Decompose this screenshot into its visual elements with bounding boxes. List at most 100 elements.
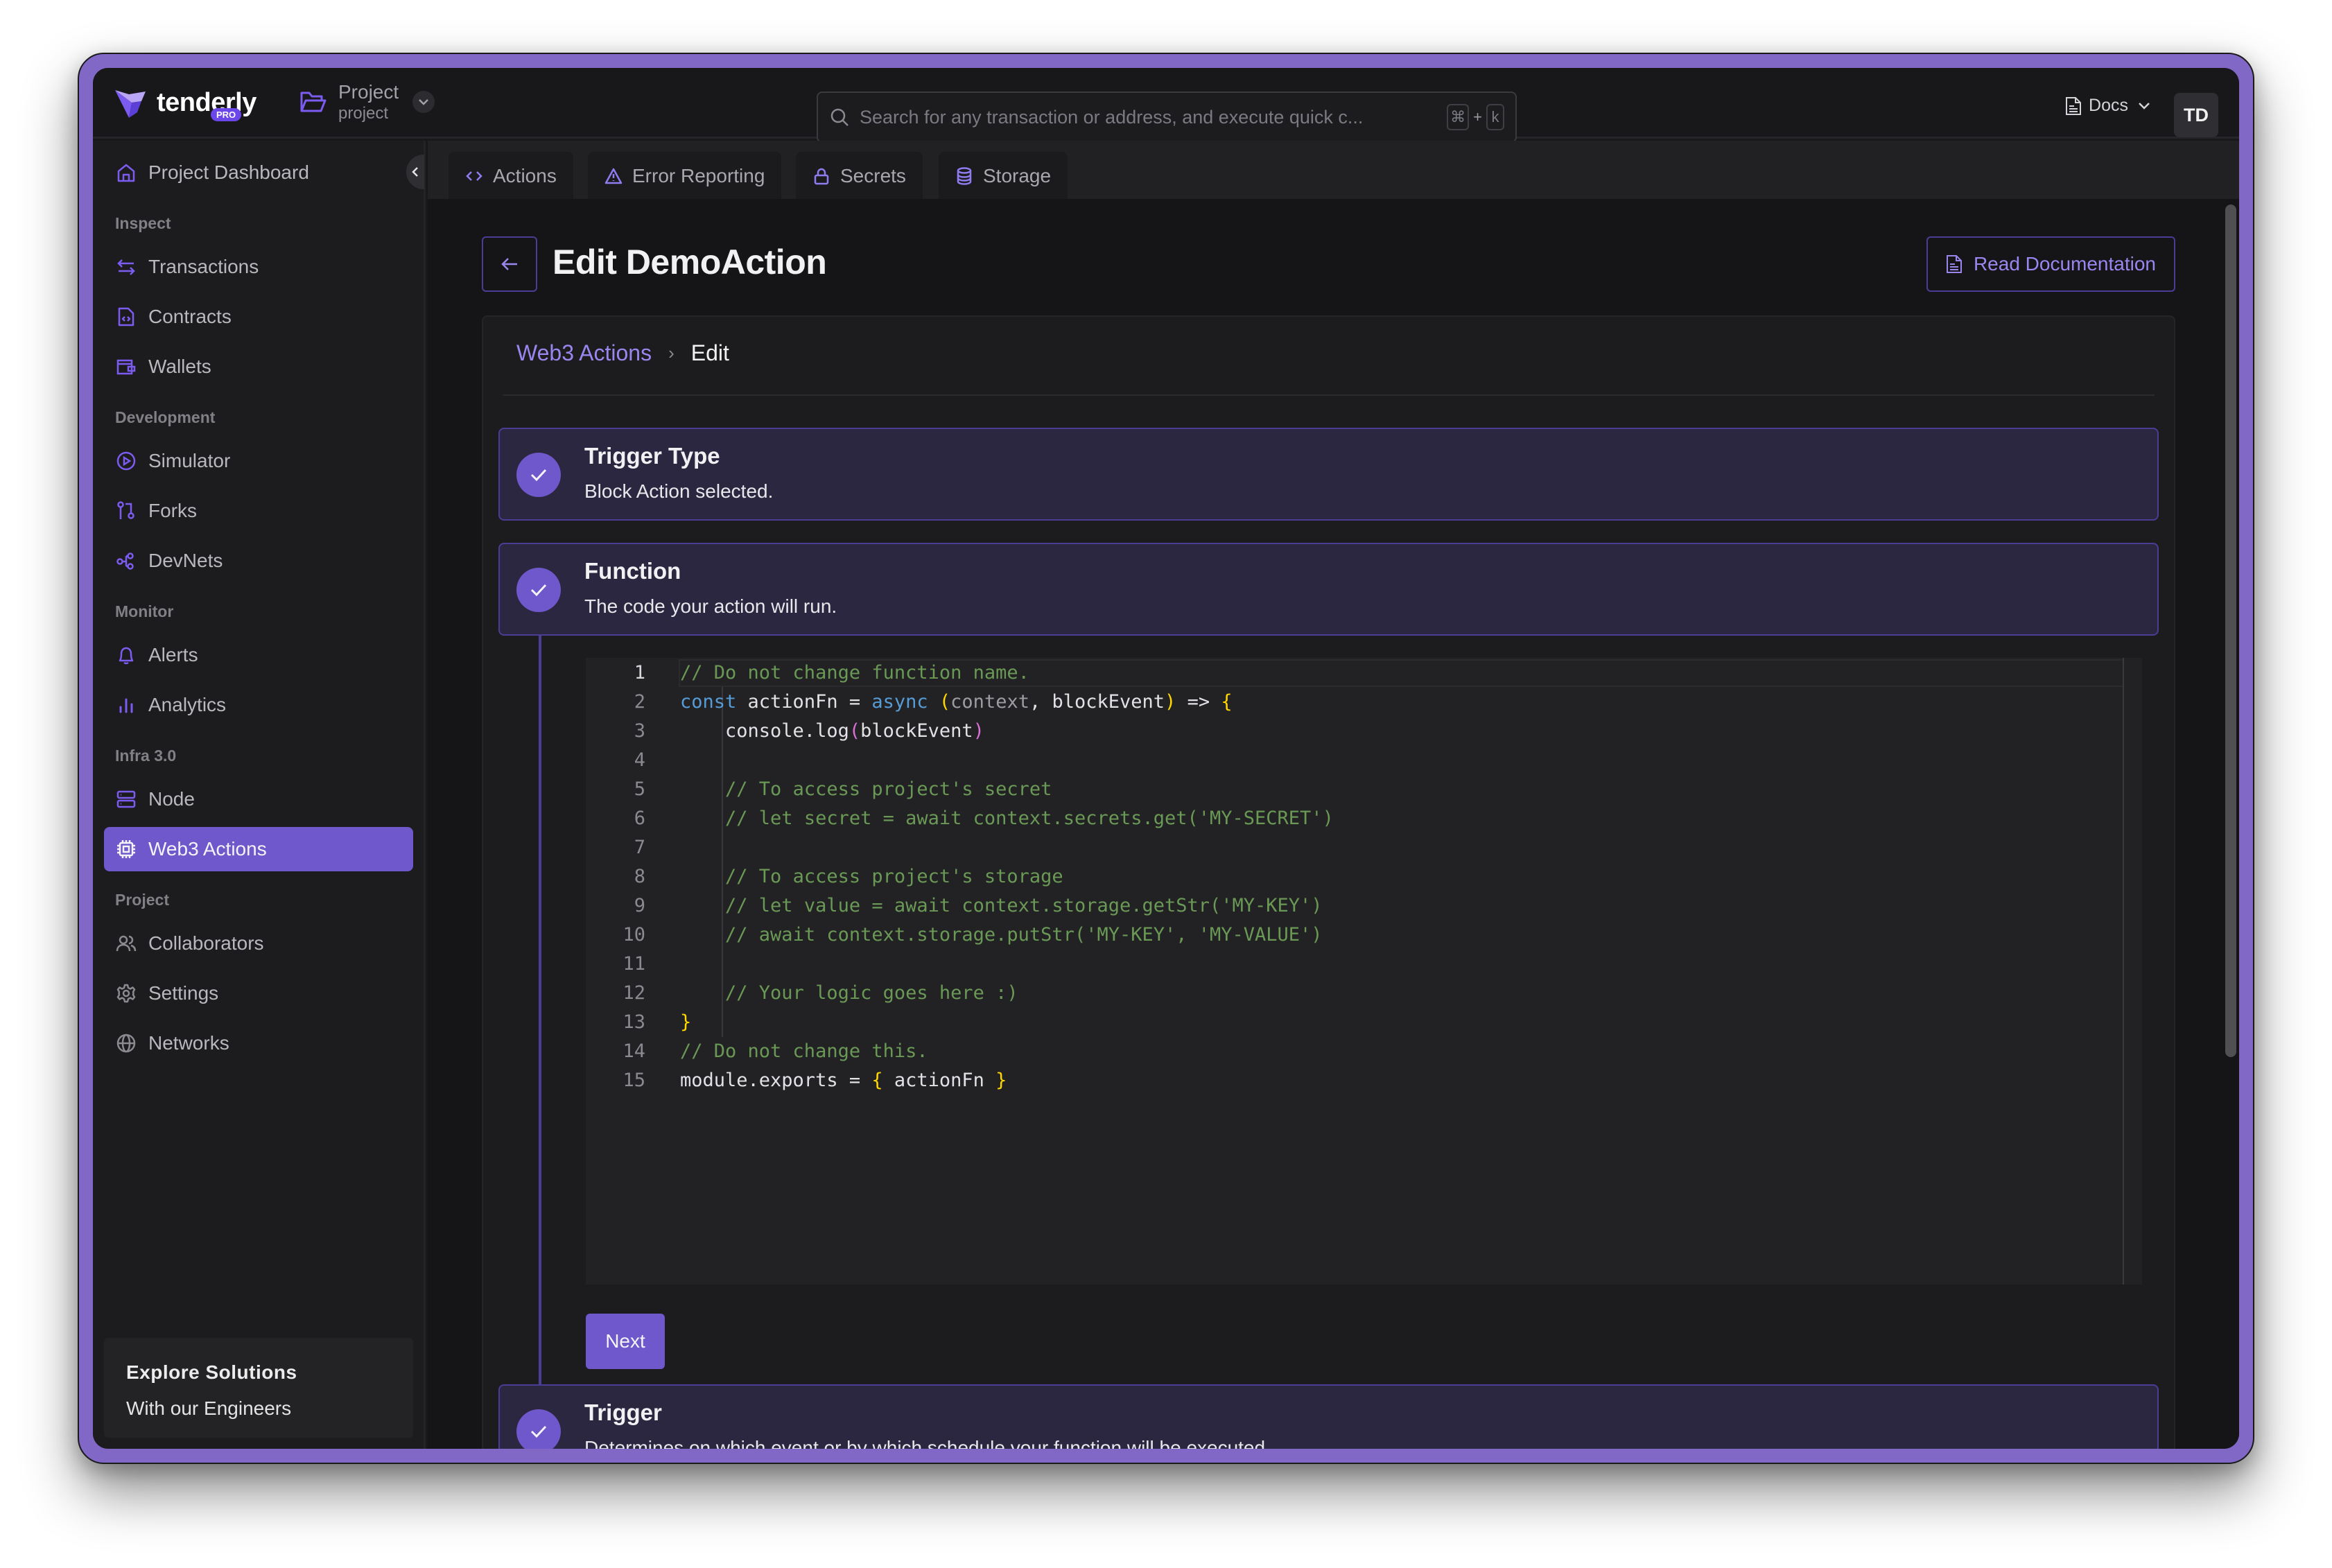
line-number: 8 (634, 865, 645, 887)
bell-icon (115, 644, 137, 666)
sidebar-item-transactions[interactable]: Transactions (104, 245, 413, 289)
code-line: 7 (586, 833, 645, 862)
tenderly-logo-icon (115, 90, 146, 118)
check-circle-icon (516, 453, 561, 497)
sidebar-label: Node (148, 788, 195, 810)
code-line: 9 // let value = await context.storage.g… (586, 891, 1323, 920)
scrollbar-thumb[interactable] (2225, 204, 2236, 1057)
back-button[interactable] (482, 236, 537, 292)
check-circle-icon (516, 1409, 561, 1449)
sidebar-item-simulator[interactable]: Simulator (104, 439, 413, 483)
code-text: // To access project's secret (725, 778, 1052, 800)
code-text: // To access project's storage (725, 865, 1063, 887)
code-editor[interactable]: 1 // Do not change function name. 2 const a… (586, 658, 2142, 1284)
code-text: // Do not change function name. (680, 661, 1029, 683)
sidebar-item-settings[interactable]: Settings (104, 971, 413, 1016)
window-frame: tenderly PRO Project project Search for (78, 53, 2254, 1464)
sidebar-label: Contracts (148, 306, 232, 327)
sidebar-label: Web3 Actions (148, 838, 267, 860)
code-text: } (680, 1011, 692, 1033)
user-avatar[interactable]: TD (2174, 93, 2218, 137)
tab-secrets[interactable]: Secrets (796, 152, 923, 200)
sidebar-item-wallets[interactable]: Wallets (104, 345, 413, 389)
sidebar-item-node[interactable]: Node (104, 777, 413, 821)
explore-title: Explore Solutions (126, 1361, 297, 1383)
next-button[interactable]: Next (586, 1314, 665, 1369)
tab-storage[interactable]: Storage (939, 152, 1068, 200)
main-content: Edit DemoAction Read Documentation Web3 … (428, 199, 2239, 1449)
line-number: 7 (634, 836, 645, 858)
sidebar-label: Settings (148, 982, 219, 1004)
sidebar-item-collaborators[interactable]: Collaborators (104, 921, 413, 966)
line-number: 1 (634, 661, 645, 683)
globe-icon (115, 1032, 137, 1054)
scrollbar-track[interactable] (2222, 199, 2239, 1449)
sidebar-label: Collaborators (148, 932, 264, 954)
project-switcher[interactable]: Project project (299, 80, 435, 123)
sidebar: Project Dashboard Inspect Transactions C… (93, 141, 426, 1449)
top-bar: tenderly PRO Project project Search for (93, 68, 2239, 143)
step-title: Function (584, 558, 681, 584)
code-line: 2 const actionFn = async (context, blockE… (586, 687, 1233, 716)
line-number: 4 (634, 749, 645, 771)
page-title: Edit DemoAction (552, 243, 827, 281)
section-project: Project (115, 891, 169, 909)
line-number: 6 (634, 807, 645, 829)
code-text: // Do not change this. (680, 1040, 928, 1062)
sidebar-item-forks[interactable]: Forks (104, 489, 413, 533)
tab-actions[interactable]: Actions (449, 152, 573, 200)
chevron-down-icon (2139, 102, 2150, 110)
wallet-icon (115, 356, 137, 378)
step-title: Trigger Type (584, 443, 720, 469)
pro-badge: PRO (211, 108, 242, 121)
home-icon (115, 162, 137, 184)
step-function[interactable]: Function The code your action will run. (498, 543, 2159, 636)
tab-label: Actions (493, 165, 557, 186)
breadcrumb-link-web3-actions[interactable]: Web3 Actions (516, 340, 652, 366)
line-number: 14 (623, 1040, 645, 1062)
chevron-down-icon (419, 99, 429, 105)
sidebar-item-analytics[interactable]: Analytics (104, 683, 413, 727)
folder-icon (300, 92, 327, 112)
sidebar-item-web3-actions[interactable]: Web3 Actions (104, 827, 413, 871)
explore-solutions-card[interactable]: Explore Solutions With our Engineers (104, 1338, 413, 1438)
step-trigger[interactable]: Trigger Determines on which event or by … (498, 1384, 2159, 1449)
code-line: 11 (586, 949, 645, 978)
database-icon (957, 167, 972, 185)
step-description: The code your action will run. (584, 595, 837, 617)
code-text: const actionFn = async (context, blockEv… (680, 690, 1233, 713)
editor-ruler (2123, 658, 2124, 1284)
step-trigger-type[interactable]: Trigger Type Block Action selected. (498, 428, 2159, 521)
sidebar-item-contracts[interactable]: Contracts (104, 295, 413, 339)
project-dropdown-button[interactable] (412, 91, 435, 113)
warning-icon (604, 168, 623, 184)
search-placeholder: Search for any transaction or address, a… (860, 106, 1364, 128)
sidebar-item-project-dashboard[interactable]: Project Dashboard (104, 150, 413, 195)
code-text: console.log(blockEvent) (680, 720, 984, 742)
app-window: tenderly PRO Project project Search for (93, 68, 2239, 1449)
shortcut-plus: + (1473, 108, 1482, 125)
tab-error-reporting[interactable]: Error Reporting (588, 152, 782, 200)
tab-label: Secrets (840, 165, 906, 186)
document-icon (2066, 96, 2082, 115)
edit-panel: Web3 Actions › Edit Trigger Type Block A… (482, 315, 2175, 1449)
read-documentation-label: Read Documentation (1973, 253, 2156, 275)
read-documentation-button[interactable]: Read Documentation (1926, 236, 2175, 292)
sidebar-label: Forks (148, 500, 197, 521)
code-line: 10 // await context.storage.putStr('MY-K… (586, 920, 1322, 949)
step-connector-line (539, 636, 541, 1386)
global-search-input[interactable]: Search for any transaction or address, a… (817, 92, 1517, 143)
bar-chart-icon (115, 694, 137, 716)
users-icon (115, 932, 137, 955)
sidebar-item-alerts[interactable]: Alerts (104, 633, 413, 677)
line-number: 13 (623, 1011, 645, 1033)
line-number: 10 (623, 923, 645, 946)
docs-dropdown[interactable]: Docs (2065, 96, 2150, 116)
sidebar-item-networks[interactable]: Networks (104, 1021, 413, 1065)
sidebar-item-devnets[interactable]: DevNets (104, 539, 413, 583)
code-icon (466, 171, 482, 181)
brand-name: tenderly (157, 87, 256, 117)
shortcut-cmd-key: ⌘ (1447, 104, 1470, 130)
server-icon (115, 788, 137, 810)
tabs-bar: Actions Error Reporting Secrets Storage (428, 141, 2239, 200)
